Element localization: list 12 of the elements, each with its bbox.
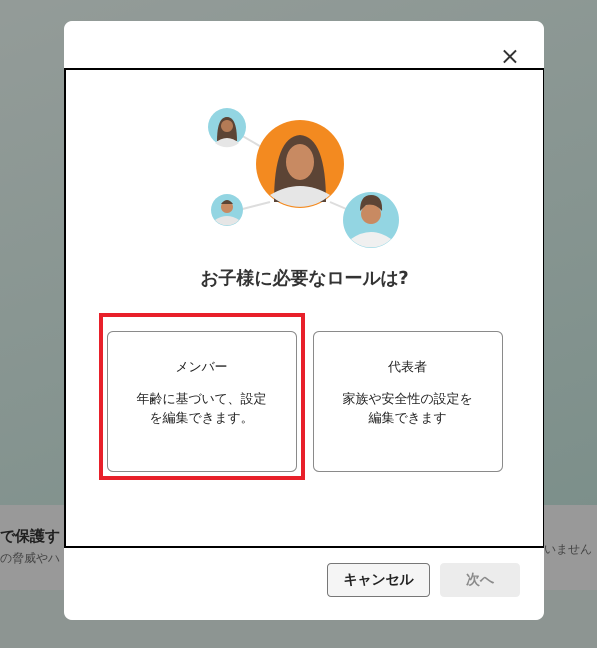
close-button[interactable]: × bbox=[498, 44, 522, 68]
role-name: 代表者 bbox=[388, 359, 427, 376]
role-card[interactable]: メンバー 年齢に基づいて、設定を編集できます。 bbox=[106, 331, 296, 472]
dialog-title: お子様に必要なロールは? bbox=[200, 267, 409, 290]
role-name: メンバー bbox=[176, 359, 228, 376]
role-card[interactable]: 代表者 家族や安全性の設定を編集できます bbox=[312, 331, 502, 472]
banner-heading: で保護す bbox=[0, 527, 60, 546]
banner-text: いません bbox=[544, 541, 593, 558]
banner-text: の脅威やハ bbox=[0, 550, 60, 567]
dialog-button[interactable]: キャンセル bbox=[327, 563, 430, 597]
role-description: 年齢に基づいて、設定を編集できます。 bbox=[136, 391, 268, 428]
role-description: 家族や安全性の設定を編集できます bbox=[342, 391, 474, 428]
